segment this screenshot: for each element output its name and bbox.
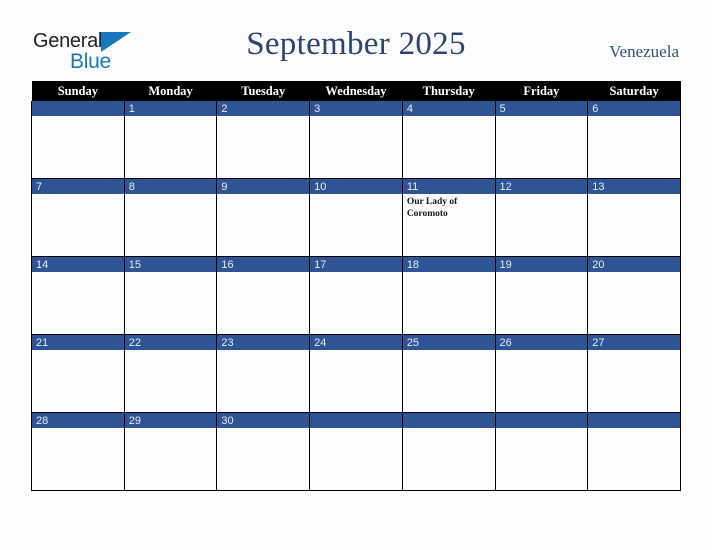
day-cell[interactable]: 12 — [494, 178, 589, 257]
weekday-header-wednesday: Wednesday — [309, 81, 403, 101]
weekday-header-sunday: Sunday — [31, 81, 125, 101]
week-row: 1 2 3 4 5 6 — [31, 101, 681, 179]
day-cell[interactable]: 11 Our Lady of Coromoto — [401, 178, 496, 257]
day-cell[interactable]: 14 — [31, 256, 125, 335]
calendar-page: General Blue September 2025 Venezuela Su… — [0, 0, 712, 550]
day-cell[interactable]: 18 — [401, 256, 496, 335]
day-number-bar — [495, 101, 588, 116]
day-number: 6 — [592, 103, 599, 115]
day-cell[interactable] — [587, 412, 681, 491]
day-number: 18 — [406, 259, 420, 271]
day-cell[interactable]: 10 — [309, 178, 403, 257]
day-cell[interactable]: 3 — [309, 101, 403, 179]
day-number: 30 — [221, 415, 234, 427]
day-cell[interactable]: 29 — [123, 412, 218, 491]
day-number-bar — [217, 101, 310, 116]
day-number: 26 — [499, 337, 512, 349]
weekday-header-friday: Friday — [495, 81, 588, 101]
day-cell[interactable]: 9 — [216, 178, 311, 257]
week-row: 28 29 30 — [31, 412, 681, 491]
day-number: 13 — [592, 181, 605, 193]
day-number-bar — [310, 413, 402, 428]
day-cell[interactable]: 5 — [494, 101, 589, 179]
day-cell[interactable]: 7 — [31, 178, 125, 257]
day-number: 20 — [592, 259, 605, 271]
day-number: 7 — [36, 181, 43, 193]
day-number: 4 — [406, 103, 413, 115]
day-cell[interactable]: 28 — [31, 412, 125, 491]
week-row: 7 8 9 10 11 Our Lady of Coromoto 12 13 — [31, 178, 681, 257]
day-number: 16 — [221, 259, 234, 271]
day-number: 19 — [499, 259, 512, 271]
page-header: General Blue September 2025 Venezuela — [0, 0, 712, 81]
day-cell[interactable]: 2 — [216, 101, 311, 179]
day-cell[interactable] — [494, 412, 589, 491]
day-number-bar — [124, 179, 217, 194]
day-cell[interactable]: 24 — [309, 334, 403, 413]
day-number: 17 — [314, 259, 327, 271]
day-cell[interactable]: 30 — [216, 412, 311, 491]
day-cell[interactable] — [31, 101, 125, 179]
day-cell[interactable]: 8 — [123, 178, 218, 257]
weekday-header-monday: Monday — [124, 81, 217, 101]
day-number: 11 — [406, 181, 419, 193]
day-number-bar — [32, 179, 124, 194]
day-cell[interactable]: 15 — [123, 256, 218, 335]
day-number: 8 — [128, 181, 135, 193]
weekday-header-saturday: Saturday — [587, 81, 681, 101]
day-number: 21 — [36, 337, 49, 349]
day-number: 12 — [499, 181, 512, 193]
day-number: 24 — [314, 337, 327, 349]
day-number-bar — [402, 413, 495, 428]
week-row: 21 22 23 24 25 26 27 — [31, 334, 681, 413]
day-number: 22 — [128, 337, 141, 349]
day-cell[interactable]: 13 — [587, 178, 681, 257]
day-number: 1 — [128, 103, 135, 115]
day-cell[interactable] — [309, 412, 403, 491]
day-number: 23 — [221, 337, 234, 349]
day-cell[interactable]: 22 — [123, 334, 218, 413]
day-number-bar — [217, 179, 310, 194]
day-cell[interactable]: 20 — [587, 256, 681, 335]
weekday-header-row: Sunday Monday Tuesday Wednesday Thursday… — [31, 81, 681, 101]
page-title: September 2025 — [246, 26, 466, 62]
day-number-bar — [588, 413, 680, 428]
day-event: Our Lady of Coromoto — [406, 197, 458, 219]
day-number: 9 — [221, 181, 228, 193]
day-number: 3 — [314, 103, 321, 115]
day-number-bar — [310, 101, 402, 116]
day-cell[interactable]: 4 — [401, 101, 496, 179]
day-number-bar — [32, 101, 124, 116]
day-number: 15 — [128, 259, 141, 271]
day-number-bar — [495, 413, 588, 428]
day-cell[interactable]: 21 — [31, 334, 125, 413]
day-number: 25 — [406, 337, 420, 349]
weekday-header-tuesday: Tuesday — [216, 81, 310, 101]
day-number: 10 — [314, 181, 327, 193]
day-number: 29 — [128, 415, 141, 427]
day-number: 2 — [221, 103, 228, 115]
day-cell[interactable]: 25 — [401, 334, 496, 413]
day-number: 14 — [36, 259, 49, 271]
country-label: Venezuela — [609, 42, 679, 61]
day-cell[interactable]: 17 — [309, 256, 403, 335]
weekday-header-thursday: Thursday — [402, 81, 496, 101]
day-number-bar — [588, 101, 680, 116]
day-cell[interactable]: 23 — [216, 334, 311, 413]
day-number: 28 — [36, 415, 49, 427]
day-number: 5 — [499, 103, 506, 115]
day-cell[interactable]: 16 — [216, 256, 311, 335]
day-cell[interactable]: 26 — [494, 334, 589, 413]
calendar-grid: Sunday Monday Tuesday Wednesday Thursday… — [31, 81, 681, 491]
day-cell[interactable]: 6 — [587, 101, 681, 179]
day-cell[interactable] — [401, 412, 496, 491]
day-number-bar — [402, 101, 495, 116]
day-cell[interactable]: 27 — [587, 334, 681, 413]
week-row: 14 15 16 17 18 19 20 — [31, 256, 681, 335]
day-number-bar — [124, 101, 217, 116]
day-cell[interactable]: 1 — [123, 101, 218, 179]
day-number: 27 — [592, 337, 605, 349]
day-cell[interactable]: 19 — [494, 256, 589, 335]
